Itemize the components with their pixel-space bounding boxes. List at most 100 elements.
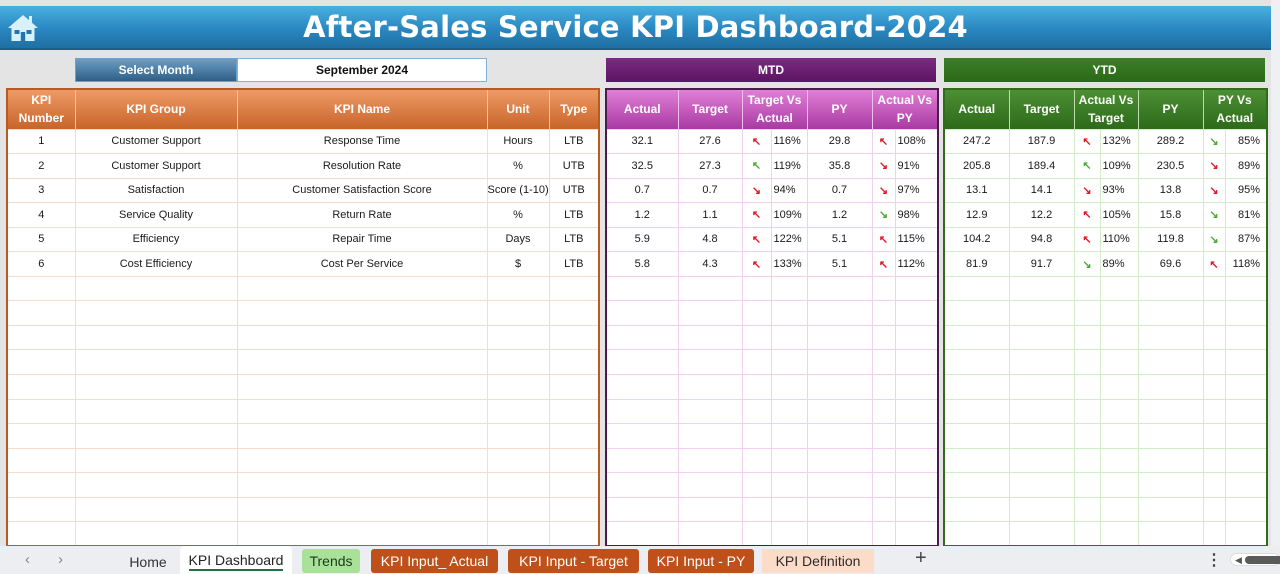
empty-cell[interactable] — [806, 275, 873, 302]
ytd-py-vs-actual-cell[interactable]: 81% — [1224, 202, 1268, 228]
empty-cell[interactable] — [1224, 300, 1268, 326]
empty-cell[interactable] — [677, 349, 743, 375]
tab-home[interactable]: Home — [118, 550, 178, 574]
trend-arrow-icon[interactable]: ↖ — [741, 202, 772, 228]
mtd-target-vs-actual-cell[interactable]: 116% — [770, 128, 808, 155]
empty-cell[interactable] — [677, 447, 743, 474]
trend-arrow-icon[interactable]: ↘ — [1202, 202, 1226, 228]
empty-cell[interactable] — [1202, 324, 1226, 351]
empty-cell[interactable] — [894, 324, 939, 351]
trend-arrow-icon[interactable]: ↖ — [1073, 128, 1101, 155]
empty-cell[interactable] — [1008, 349, 1075, 375]
empty-cell[interactable] — [1224, 521, 1268, 547]
ytd-target-cell[interactable]: 12.2 — [1008, 202, 1075, 228]
empty-cell[interactable] — [548, 324, 600, 351]
empty-cell[interactable] — [741, 324, 772, 351]
trend-arrow-icon[interactable]: ↘ — [741, 177, 772, 204]
kpi-group-cell[interactable]: Efficiency — [74, 226, 238, 253]
empty-cell[interactable] — [548, 398, 600, 425]
empty-cell[interactable] — [486, 496, 550, 523]
empty-cell[interactable] — [770, 324, 808, 351]
empty-cell[interactable] — [677, 472, 743, 498]
empty-cell[interactable] — [770, 398, 808, 425]
empty-cell[interactable] — [548, 447, 600, 474]
empty-cell[interactable] — [486, 300, 550, 326]
empty-cell[interactable] — [1202, 349, 1226, 375]
empty-cell[interactable] — [1073, 423, 1101, 449]
empty-cell[interactable] — [1224, 324, 1268, 351]
trend-arrow-icon[interactable]: ↖ — [1073, 153, 1101, 179]
mtd-target-vs-actual-cell[interactable]: 109% — [770, 202, 808, 228]
trend-arrow-icon[interactable]: ↖ — [1202, 251, 1226, 277]
empty-cell[interactable] — [770, 300, 808, 326]
empty-cell[interactable] — [741, 373, 772, 400]
empty-cell[interactable] — [605, 300, 679, 326]
empty-cell[interactable] — [1202, 300, 1226, 326]
empty-cell[interactable] — [1073, 496, 1101, 523]
empty-cell[interactable] — [74, 300, 238, 326]
empty-cell[interactable] — [236, 324, 488, 351]
empty-cell[interactable] — [1008, 373, 1075, 400]
empty-cell[interactable] — [1073, 521, 1101, 547]
ytd-actual-cell[interactable]: 247.2 — [943, 128, 1010, 155]
tab-kpi-input-target[interactable]: KPI Input - Target — [508, 549, 639, 573]
empty-cell[interactable] — [871, 349, 896, 375]
scrollbar-thumb[interactable] — [1245, 556, 1280, 564]
empty-cell[interactable] — [1137, 423, 1204, 449]
empty-cell[interactable] — [943, 349, 1010, 375]
type-cell[interactable]: LTB — [548, 128, 600, 155]
empty-cell[interactable] — [1073, 275, 1101, 302]
empty-cell[interactable] — [806, 349, 873, 375]
kpi-number-cell[interactable]: 4 — [6, 202, 76, 228]
kpi-name-cell[interactable]: Response Time — [236, 128, 488, 155]
empty-cell[interactable] — [894, 472, 939, 498]
prev-sheet-button[interactable]: ‹ — [25, 551, 30, 568]
unit-cell[interactable]: Days — [486, 226, 550, 253]
mtd-py-cell[interactable]: 0.7 — [806, 177, 873, 204]
ytd-target-cell[interactable]: 187.9 — [1008, 128, 1075, 155]
empty-cell[interactable] — [1073, 373, 1101, 400]
mtd-actual-vs-py-cell[interactable]: 91% — [894, 153, 939, 179]
empty-cell[interactable] — [1008, 300, 1075, 326]
empty-cell[interactable] — [486, 521, 550, 547]
empty-cell[interactable] — [74, 373, 238, 400]
ytd-py-cell[interactable]: 13.8 — [1137, 177, 1204, 204]
empty-cell[interactable] — [605, 472, 679, 498]
empty-cell[interactable] — [1073, 472, 1101, 498]
empty-cell[interactable] — [74, 496, 238, 523]
empty-cell[interactable] — [1202, 373, 1226, 400]
empty-cell[interactable] — [1008, 521, 1075, 547]
trend-arrow-icon[interactable]: ↖ — [741, 226, 772, 253]
empty-cell[interactable] — [1073, 447, 1101, 474]
ytd-actual-vs-target-cell[interactable]: 132% — [1099, 128, 1139, 155]
empty-cell[interactable] — [605, 324, 679, 351]
trend-arrow-icon[interactable]: ↖ — [1073, 202, 1101, 228]
empty-cell[interactable] — [871, 373, 896, 400]
empty-cell[interactable] — [1137, 398, 1204, 425]
empty-cell[interactable] — [770, 423, 808, 449]
empty-cell[interactable] — [806, 496, 873, 523]
type-cell[interactable]: UTB — [548, 177, 600, 204]
kpi-number-cell[interactable]: 1 — [6, 128, 76, 155]
mtd-py-cell[interactable]: 1.2 — [806, 202, 873, 228]
unit-cell[interactable]: Hours — [486, 128, 550, 155]
empty-cell[interactable] — [1099, 423, 1139, 449]
mtd-py-cell[interactable]: 35.8 — [806, 153, 873, 179]
tab-kpi-input-actual[interactable]: KPI Input_ Actual — [371, 549, 498, 573]
empty-cell[interactable] — [894, 349, 939, 375]
trend-arrow-icon[interactable]: ↘ — [1202, 226, 1226, 253]
mtd-actual-cell[interactable]: 5.8 — [605, 251, 679, 277]
type-cell[interactable]: LTB — [548, 226, 600, 253]
empty-cell[interactable] — [548, 349, 600, 375]
kpi-name-cell[interactable]: Customer Satisfaction Score — [236, 177, 488, 204]
empty-cell[interactable] — [741, 300, 772, 326]
empty-cell[interactable] — [236, 496, 488, 523]
empty-cell[interactable] — [486, 349, 550, 375]
empty-cell[interactable] — [6, 300, 76, 326]
empty-cell[interactable] — [741, 423, 772, 449]
empty-cell[interactable] — [6, 398, 76, 425]
empty-cell[interactable] — [6, 324, 76, 351]
empty-cell[interactable] — [548, 423, 600, 449]
empty-cell[interactable] — [1099, 349, 1139, 375]
unit-cell[interactable]: % — [486, 153, 550, 179]
